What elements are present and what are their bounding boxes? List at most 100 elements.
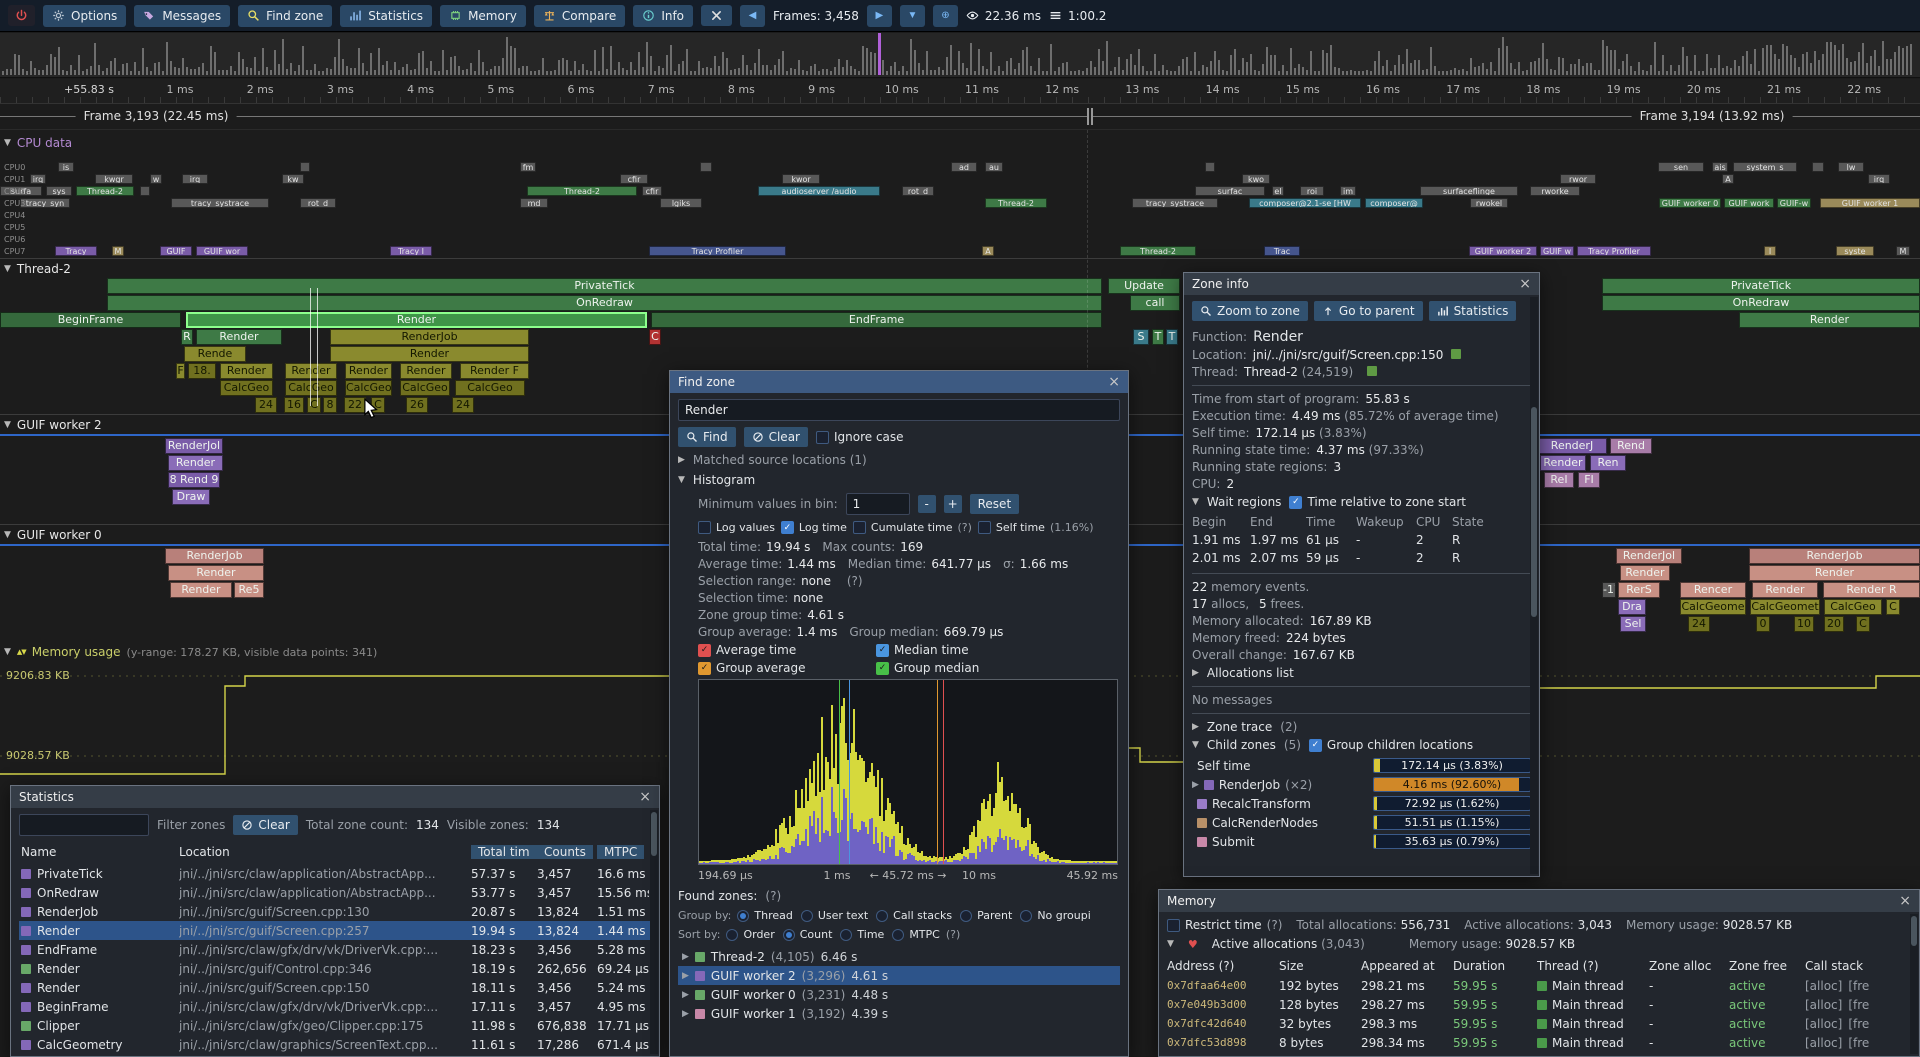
cpu-zone[interactable]: GUIF-w (1777, 198, 1811, 208)
frame-strip-bar[interactable] (66, 71, 68, 75)
find-zone-button[interactable]: Find zone (238, 5, 332, 27)
frame-strip-bar[interactable] (1622, 61, 1624, 75)
frame-strip-bar[interactable] (862, 46, 864, 75)
frame-strip-bar[interactable] (1310, 51, 1312, 75)
frame-strip-bar[interactable] (90, 66, 92, 75)
timeline-zone[interactable]: 24 (452, 397, 474, 413)
frame-strip-bar[interactable] (130, 71, 132, 75)
wait-column-header[interactable]: CPU (1416, 515, 1452, 529)
frame-strip-bar[interactable] (1502, 37, 1504, 75)
timeline-zone[interactable]: C (1856, 616, 1870, 632)
timeline-zone[interactable]: CalcGeo (220, 380, 273, 396)
frame-strip-bar[interactable] (1198, 71, 1200, 75)
frame-strip-bar[interactable] (1746, 51, 1748, 75)
frame-strip-bar[interactable] (710, 68, 712, 75)
messages-button[interactable]: Messages (134, 5, 230, 27)
wait-regions-header[interactable]: ▼ Wait regions ✓Time relative to zone st… (1192, 495, 1531, 509)
frame-strip-bar[interactable] (374, 70, 376, 75)
frame-strip-bar[interactable] (618, 62, 620, 75)
frame-strip-bar[interactable] (1510, 63, 1512, 75)
stats-column-header[interactable]: MTPC (597, 845, 649, 859)
timeline-zone[interactable]: Update (1108, 278, 1180, 294)
frame-strip-bar[interactable] (1906, 46, 1908, 75)
frame-strip-bar[interactable] (946, 57, 948, 75)
allocations-list-header[interactable]: ▶ Allocations list (1192, 666, 1531, 680)
histogram-option[interactable]: ✓Log time (781, 521, 847, 534)
sort-by-option[interactable]: Count (783, 928, 833, 941)
frame-strip-bar[interactable] (502, 58, 504, 75)
frame-strip-bar[interactable] (1590, 63, 1592, 75)
frame-strip-bar[interactable] (1110, 71, 1112, 75)
frame-strip-bar[interactable] (6, 69, 8, 75)
frame-strip-bar[interactable] (94, 43, 96, 75)
cpu-zone[interactable]: sen (1658, 162, 1704, 172)
cpu-zone[interactable]: rwor (1560, 174, 1596, 184)
frame-strip-bar[interactable] (1330, 45, 1332, 75)
found-zone-group[interactable]: ▶GUIF worker 1(3,192)4.39 s (678, 1004, 1120, 1023)
frame-strip-bar[interactable] (206, 71, 208, 75)
scrollbar-thumb[interactable] (1531, 407, 1537, 617)
frame-strip-bar[interactable] (714, 56, 716, 75)
cpu-zone[interactable]: GUIF w (1540, 246, 1574, 256)
frame-strip-bar[interactable] (1866, 63, 1868, 75)
frame-strip-bar[interactable] (1342, 71, 1344, 75)
frame-strip-bar[interactable] (1090, 61, 1092, 75)
clear-button[interactable]: Clear (744, 427, 808, 447)
timeline-zone[interactable]: RenderJol (1616, 548, 1682, 564)
frame-strip-bar[interactable] (1158, 71, 1160, 75)
frame-strip-bar[interactable] (790, 68, 792, 75)
frame-strip-bar[interactable] (510, 46, 512, 75)
frame-strip-bar[interactable] (402, 67, 404, 75)
frame-strip-bar[interactable] (302, 46, 304, 75)
min-bin-input[interactable] (846, 493, 910, 515)
frame-strip-bar[interactable] (70, 65, 72, 75)
cpu-zone[interactable]: M (112, 246, 124, 256)
frame-strip-bar[interactable] (786, 71, 788, 75)
timeline-zone[interactable]: Render (330, 346, 529, 362)
free-callstack-button[interactable]: [fre (1848, 1017, 1869, 1031)
frame-strip-bar[interactable] (478, 50, 480, 75)
frame-strip-bar[interactable] (26, 71, 28, 75)
frame-strip-bar[interactable] (426, 68, 428, 75)
frame-strip-bar[interactable] (1170, 71, 1172, 75)
clear-filter-button[interactable]: Clear (233, 815, 297, 835)
timeline-zone[interactable]: BeginFrame (0, 312, 181, 328)
frame-strip-bar[interactable] (970, 43, 972, 75)
frame-strip-bar[interactable] (814, 64, 816, 75)
free-callstack-button[interactable]: [fre (1848, 1036, 1869, 1050)
timeline-zone[interactable]: Sel (1620, 616, 1646, 632)
frame-strip-bar[interactable] (534, 71, 536, 75)
frame-strip-bar[interactable] (1278, 71, 1280, 75)
frame-strip-bar[interactable] (74, 70, 76, 75)
cpu-zone[interactable]: is (58, 162, 74, 172)
frame-strip-bar[interactable] (982, 66, 984, 75)
cpu-zone[interactable]: lw (1838, 162, 1864, 172)
frame-strip-bar[interactable] (1870, 56, 1872, 75)
free-callstack-button[interactable]: [fre (1848, 998, 1869, 1012)
timeline-zone[interactable]: Rende (184, 346, 246, 362)
frame-strip-bar[interactable] (1826, 42, 1828, 75)
frame-strip-bar[interactable] (42, 70, 44, 75)
cpu-zone[interactable]: GUIF worker 1 (1820, 198, 1920, 208)
frame-strip-bar[interactable] (838, 59, 840, 75)
frame-strip-bar[interactable] (314, 64, 316, 75)
frame-strip-bar[interactable] (1430, 47, 1432, 75)
alloc-callstack-button[interactable]: [alloc] (1805, 998, 1842, 1012)
timeline-zone[interactable]: RenderJob (165, 548, 264, 564)
cpu-zone[interactable]: I (1764, 246, 1776, 256)
frame-strip-bar[interactable] (1686, 56, 1688, 75)
frame-strip-bar[interactable] (1882, 41, 1884, 75)
frame-strip-bar[interactable] (270, 70, 272, 75)
timeline-zone[interactable]: 20 (1824, 616, 1844, 632)
prev-frame-button[interactable]: ◀ (740, 5, 765, 27)
frame-strip-bar[interactable] (1646, 71, 1648, 75)
found-zone-group[interactable]: ▶GUIF worker 0(3,231)4.48 s (678, 985, 1120, 1004)
frame-strip-bar[interactable] (866, 48, 868, 75)
frame-strip-bar[interactable] (1294, 68, 1296, 75)
frame-strip-bar[interactable] (326, 68, 328, 75)
frame-strip-bar[interactable] (1394, 65, 1396, 75)
frame-strip-bar[interactable] (966, 68, 968, 75)
cpu-zone[interactable]: Tracy I (390, 246, 432, 256)
frame-strip-bar[interactable] (1222, 70, 1224, 75)
timeline-zone[interactable]: RenderJob (330, 329, 529, 345)
